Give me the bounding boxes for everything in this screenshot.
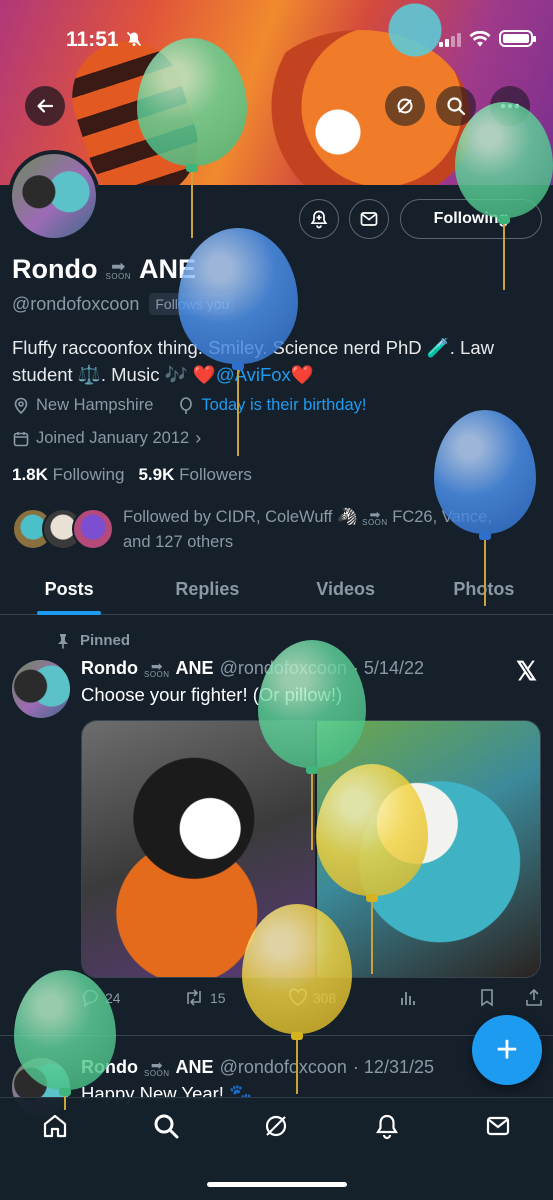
battery-icon	[499, 30, 536, 47]
notifications-subscribe-button[interactable]	[299, 199, 339, 239]
tweet-avatar[interactable]	[12, 660, 70, 718]
nav-grok[interactable]	[256, 1112, 296, 1152]
search-icon	[154, 1114, 179, 1139]
joined-text: Joined January 2012	[36, 429, 190, 447]
status-indicators	[439, 30, 536, 47]
calendar-icon	[13, 431, 29, 446]
follow-counts: 1.8K Following 5.9K Followers	[12, 465, 252, 485]
repost-button[interactable]: 15	[183, 988, 226, 1007]
following-count-link[interactable]: 1.8K Following	[12, 465, 124, 485]
bell-plus-icon	[310, 210, 328, 229]
cellular-signal-icon	[439, 31, 461, 47]
tab-posts[interactable]: Posts	[0, 565, 138, 614]
nav-search[interactable]	[146, 1112, 186, 1152]
grok-icon	[397, 98, 413, 114]
soon-arrow-badge: ➡ SOON	[143, 1056, 170, 1078]
arrow-left-icon	[37, 99, 54, 113]
repost-icon	[187, 989, 201, 1006]
bell-icon	[376, 1114, 399, 1140]
follower-avatar	[72, 508, 114, 550]
back-button[interactable]	[25, 86, 65, 126]
birthday-balloon	[178, 228, 298, 456]
bookmark-icon[interactable]	[479, 988, 495, 1007]
pinned-label: Pinned	[56, 632, 130, 649]
location-text: New Hampshire	[36, 396, 154, 414]
message-button[interactable]	[349, 199, 389, 239]
tab-replies[interactable]: Replies	[138, 565, 276, 614]
birthday-balloon	[137, 38, 247, 238]
followers-count-link[interactable]: 5.9K Followers	[138, 465, 251, 485]
followed-by-avatars[interactable]	[12, 508, 114, 552]
display-name: Rondo ➡ SOON ANE	[12, 254, 196, 285]
home-indicator	[207, 1182, 347, 1187]
compose-button[interactable]: +	[472, 1015, 542, 1085]
soon-arrow-badge: ➡ SOON	[105, 257, 132, 281]
bookmark-share-group	[479, 988, 543, 1007]
tweet-header: Rondo ➡SOON ANE @rondofoxcoon · 5/14/22	[81, 657, 424, 679]
tab-videos[interactable]: Videos	[277, 565, 415, 614]
avatar-image	[12, 154, 96, 238]
profile-handle: @rondofoxcoon	[12, 293, 140, 314]
tweet-date: · 12/31/25	[352, 1057, 434, 1077]
birthday-balloon	[455, 102, 553, 292]
soon-arrow-badge: ➡ SOON	[362, 507, 388, 528]
grok-icon	[266, 1115, 287, 1137]
status-time: 11:51	[66, 28, 119, 51]
home-icon	[44, 1114, 67, 1138]
wifi-icon	[469, 30, 491, 46]
envelope-icon	[360, 212, 378, 226]
soon-arrow-badge: ➡ SOON	[143, 657, 170, 679]
envelope-icon	[486, 1116, 509, 1136]
birthday-balloon	[434, 410, 536, 606]
profile-avatar[interactable]	[8, 150, 100, 242]
display-name-first: Rondo	[12, 254, 98, 284]
birthday-balloon	[242, 904, 352, 1094]
share-icon[interactable]	[525, 988, 543, 1007]
views-button[interactable]	[399, 989, 417, 1007]
location-pin-icon	[14, 397, 28, 414]
bar-chart-icon	[400, 991, 415, 1005]
birthday-balloon	[14, 970, 116, 1110]
pin-icon	[58, 633, 68, 648]
nav-notifications[interactable]	[367, 1112, 407, 1152]
nav-messages[interactable]	[478, 1112, 518, 1152]
nav-home[interactable]	[35, 1112, 75, 1152]
grok-button[interactable]	[385, 86, 425, 126]
x-logo-icon: 𝕏	[516, 656, 537, 686]
meta-joined-row[interactable]: Joined January 2012 ›	[12, 428, 201, 449]
